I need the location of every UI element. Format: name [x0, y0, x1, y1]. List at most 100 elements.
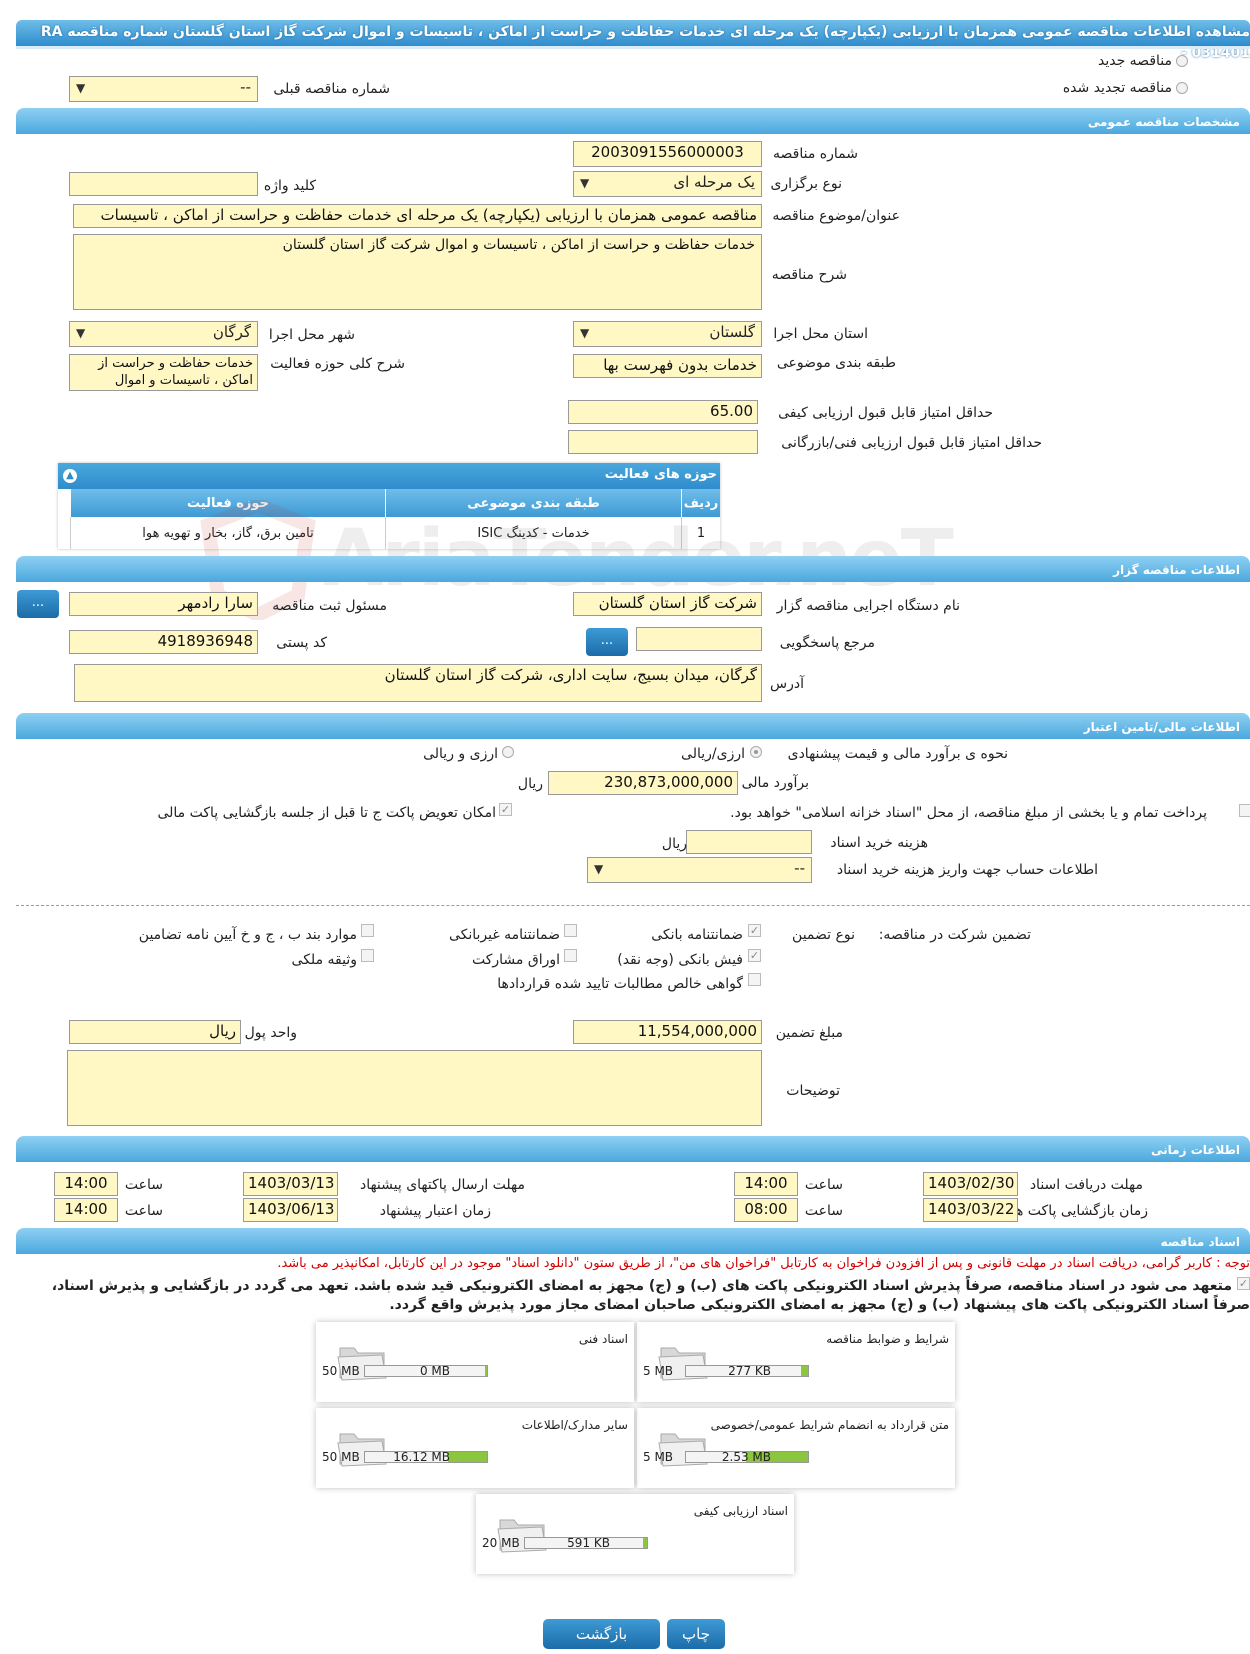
- keyword-field[interactable]: [69, 172, 258, 196]
- org-field[interactable]: شرکت گاز استان گلستان: [573, 592, 762, 616]
- tender-number-label: شماره مناقصه: [773, 146, 858, 162]
- min-quality-field[interactable]: 65.00: [568, 400, 758, 424]
- registrar-field[interactable]: سارا رادمهر: [69, 592, 258, 616]
- rial-radio[interactable]: [750, 746, 762, 758]
- commit-checkbox[interactable]: ✓: [1237, 1277, 1250, 1290]
- new-tender-label: مناقصه جدید: [1097, 53, 1172, 69]
- holding-type-select[interactable]: یک مرحله ای ▼: [573, 171, 762, 197]
- file-progress-fill: [485, 1366, 487, 1376]
- bank-receipt-label: فیش بانکی (وجه نقد): [617, 952, 743, 968]
- city-value: گرگان: [212, 323, 251, 341]
- document-file-card[interactable]: اسناد ارزیابی کیفی 20 MB 591 KB: [476, 1494, 794, 1574]
- receivables-checkbox[interactable]: [748, 973, 761, 986]
- estimate-field[interactable]: 230,873,000,000: [548, 771, 738, 795]
- account-select[interactable]: -- ▼: [587, 857, 812, 883]
- min-tech-label: حداقل امتیاز قابل قبول ارزیابی فنی/بازرگ…: [781, 435, 1042, 451]
- validity-time[interactable]: 14:00: [54, 1198, 118, 1222]
- file-title: شرایط و ضوابط مناقصه: [826, 1332, 949, 1346]
- swap-checkbox[interactable]: ✓: [499, 803, 512, 816]
- ref-field[interactable]: [636, 627, 762, 651]
- notes-label: توضیحات: [786, 1083, 840, 1099]
- print-button[interactable]: چاپ: [667, 1619, 725, 1649]
- notes-field[interactable]: [67, 1050, 762, 1126]
- collapse-icon[interactable]: ▲: [63, 469, 77, 483]
- chevron-down-icon: ▼: [580, 326, 590, 340]
- account-label: اطلاعات حساب جهت واریز هزینه خرید اسناد: [836, 862, 1098, 878]
- commit-line-1: متعهد می شود در اسناد مناقصه، صرفاً پذیر…: [51, 1278, 1232, 1294]
- open-date[interactable]: 1403/03/22: [923, 1198, 1018, 1222]
- rial-label: ارزی/ریالی: [681, 746, 745, 762]
- document-file-card[interactable]: متن قرارداد به انضمام شرایط عمومی/خصوصی 5…: [637, 1408, 955, 1488]
- swap-text: امکان تعویض پاکت ج تا قبل از جلسه بازگشا…: [157, 805, 496, 821]
- doc-receive-label: مهلت دریافت اسناد: [1029, 1177, 1143, 1193]
- org-label: نام دستگاه اجرایی مناقصه گزار: [776, 598, 960, 614]
- subject-label: عنوان/موضوع مناقصه: [772, 208, 900, 224]
- bank-guarantee-checkbox[interactable]: ✓: [748, 924, 761, 937]
- file-max-size: 20 MB: [482, 1536, 520, 1550]
- section-timing-title: اطلاعات زمانی: [1151, 1143, 1240, 1157]
- ref-label: مرجع پاسخگویی: [779, 635, 875, 651]
- postal-label: کد پستی: [276, 635, 327, 651]
- file-max-size: 50 MB: [322, 1450, 360, 1464]
- chevron-down-icon: ▼: [580, 176, 590, 190]
- documents-notice: توجه : کاربر گرامی، دریافت اسناد در مهلت…: [277, 1256, 1250, 1271]
- file-title: متن قرارداد به انضمام شرایط عمومی/خصوصی: [710, 1418, 949, 1432]
- city-select[interactable]: گرگان ▼: [69, 321, 258, 347]
- chevron-down-icon: ▼: [76, 326, 86, 340]
- address-field[interactable]: گرگان، میدان بسیج، سایت اداری، شرکت گاز …: [74, 664, 762, 702]
- file-title: اسناد فنی: [578, 1332, 628, 1346]
- ref-lookup-button[interactable]: ...: [586, 628, 628, 656]
- holding-type-label: نوع برگزاری: [770, 176, 842, 192]
- open-time[interactable]: 08:00: [734, 1198, 798, 1222]
- doc-receive-time[interactable]: 14:00: [734, 1172, 798, 1196]
- document-file-card[interactable]: اسناد فنی 50 MB 0 MB: [316, 1322, 634, 1402]
- chevron-down-icon: ▼: [594, 862, 604, 876]
- fx-radio[interactable]: [502, 746, 514, 758]
- method-label: نحوه ی برآورد مالی و قیمت پیشنهادی: [787, 746, 1008, 762]
- unit-field[interactable]: ریال: [69, 1020, 241, 1044]
- clauses-checkbox[interactable]: [361, 924, 374, 937]
- document-file-card[interactable]: سایر مدارک/اطلاعات 50 MB 16.12 MB: [316, 1408, 634, 1488]
- registrar-lookup-button[interactable]: ...: [17, 590, 59, 618]
- non-bank-guarantee-label: ضمانتنامه غیربانکی: [448, 927, 560, 943]
- subject-field[interactable]: مناقصه عمومی همزمان با ارزیابی (یکپارچه)…: [73, 204, 762, 228]
- property-checkbox[interactable]: [361, 949, 374, 962]
- activity-desc-field[interactable]: خدمات حفاظت و حراست از اماکن ، تاسیسات و…: [69, 354, 258, 391]
- unit-label: واحد پول: [244, 1025, 297, 1041]
- section-timing: اطلاعات زمانی: [16, 1136, 1250, 1162]
- back-button[interactable]: بازگشت: [543, 1619, 660, 1649]
- guarantee-amount-field[interactable]: 11,554,000,000: [573, 1020, 762, 1044]
- send-time[interactable]: 14:00: [54, 1172, 118, 1196]
- non-bank-guarantee-checkbox[interactable]: [564, 924, 577, 937]
- receivables-label: گواهی خالص مطالبات تایید شده قراردادها: [497, 976, 743, 992]
- guarantee-amount-label: مبلغ تضمین: [775, 1025, 843, 1041]
- send-label: مهلت ارسال پاکتهای پیشنهاد: [359, 1177, 525, 1193]
- bank-receipt-checkbox[interactable]: ✓: [748, 949, 761, 962]
- guarantee-type-label: نوع تضمین: [792, 927, 855, 943]
- doc-cost-field[interactable]: [686, 830, 812, 854]
- province-select[interactable]: گلستان ▼: [573, 321, 762, 347]
- province-label: استان محل اجرا: [773, 326, 868, 342]
- treasury-checkbox[interactable]: [1239, 804, 1250, 817]
- send-date[interactable]: 1403/03/13: [243, 1172, 338, 1196]
- document-file-card[interactable]: شرایط و ضوابط مناقصه 5 MB 277 KB: [637, 1322, 955, 1402]
- section-financial-title: اطلاعات مالی/تامین اعتبار: [1083, 720, 1240, 734]
- file-max-size: 5 MB: [643, 1364, 674, 1378]
- category-field[interactable]: خدمات بدون فهرست بها: [573, 354, 762, 378]
- min-tech-field[interactable]: [568, 430, 758, 454]
- description-field[interactable]: خدمات حفاظت و حراست از اماکن ، تاسیسات و…: [73, 234, 762, 310]
- section-general-title: مشخصات مناقصه عمومی: [1087, 115, 1240, 129]
- validity-label: زمان اعتبار پیشنهاد: [379, 1203, 491, 1219]
- doc-receive-date[interactable]: 1403/02/30: [923, 1172, 1018, 1196]
- send-time-label: ساعت: [124, 1177, 163, 1193]
- province-value: گلستان: [709, 323, 755, 341]
- tender-number-field[interactable]: 2003091556000003: [573, 141, 762, 167]
- prev-number-select[interactable]: -- ▼: [69, 76, 258, 102]
- postal-field[interactable]: 4918936948: [69, 630, 258, 654]
- activity-panel-header: حوزه های فعالیت ▲: [58, 463, 720, 489]
- bonds-checkbox[interactable]: [564, 949, 577, 962]
- renewed-tender-radio[interactable]: [1176, 82, 1188, 94]
- min-quality-label: حداقل امتیاز قابل قبول ارزیابی کیفی: [778, 405, 993, 421]
- validity-date[interactable]: 1403/06/13: [243, 1198, 338, 1222]
- new-tender-radio[interactable]: [1176, 55, 1188, 67]
